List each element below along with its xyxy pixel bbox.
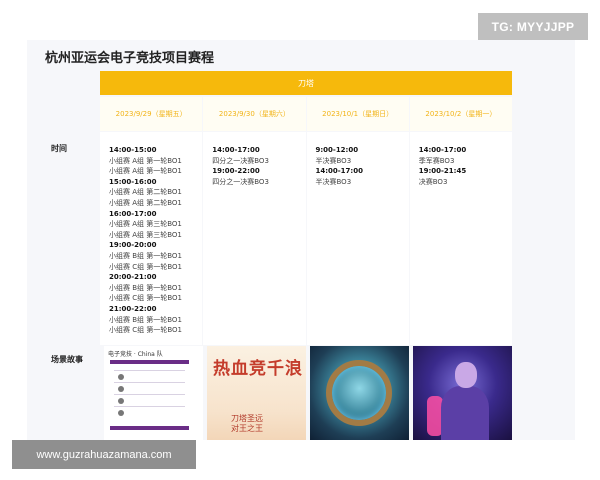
schedule-day-cell: 14:00-17:00 四分之一决赛BO3 19:00-22:00 四分之一决赛BO3 [203, 132, 306, 345]
date-cell: 2023/10/2（星期一） [409, 97, 512, 131]
schedule-row: 14:00-15:00 小组赛 A组 第一轮BO1 小组赛 A组 第一轮BO1 15:… [100, 132, 512, 345]
poster-image: 热血竞千浪 刀塔圣远 对王之王 [207, 346, 306, 440]
event-header: 刀塔 [100, 71, 512, 95]
slot-time: 15:00-16:00 [109, 177, 157, 186]
roster-caption: 电子竞技 · China 队 [108, 351, 163, 358]
aegis-shield-image [310, 346, 409, 440]
scene-row-label: 场景故事 [51, 355, 83, 364]
roster-line [114, 406, 185, 407]
match-item: 季军赛BO3 [418, 156, 455, 165]
date-cell: 2023/10/1（星期日） [306, 97, 409, 131]
page-title: 杭州亚运会电子竞技项目赛程 [45, 51, 215, 66]
match-item: 小组赛 B组 第一轮BO1 [109, 283, 182, 292]
roster-footer-bar [110, 426, 189, 430]
poster-title: 热血竞千浪 [213, 359, 303, 379]
schedule-day-cell: 9:00-12:00 半决赛BO3 14:00-17:00 半决赛BO3 [306, 132, 409, 345]
match-item: 小组赛 C组 第一轮BO1 [109, 294, 182, 303]
slot-time: 14:00-17:00 [418, 146, 467, 154]
match-item: 小组赛 B组 第一轮BO1 [109, 315, 182, 324]
date-header-row: 2023/9/29（星期五） 2023/9/30（星期六） 2023/10/1（… [100, 97, 512, 131]
roster-header-bar [110, 360, 189, 364]
slot-time: 14:00-17:00 [212, 146, 260, 154]
poster-subtitle: 刀塔圣远 对王之王 [231, 414, 263, 433]
schedule-day-cell: 14:00-17:00 季军赛BO3 19:00-21:45 决赛BO3 [409, 132, 512, 345]
player-avatar [118, 386, 124, 392]
scene-images-row: 电子竞技 · China 队 热血竞千浪 刀塔圣远 对王之王 [100, 346, 512, 440]
match-item: 小组赛 A组 第二轮BO1 [109, 198, 182, 207]
slot-time: 16:00-17:00 [109, 209, 157, 218]
match-item: 四分之一决赛BO3 [212, 156, 269, 165]
player-avatar [118, 410, 124, 416]
player-avatar [118, 398, 124, 404]
slot-time: 14:00-15:00 [109, 146, 157, 154]
slot-time: 19:00-21:45 [418, 167, 467, 176]
match-item: 小组赛 A组 第三轮BO1 [109, 220, 182, 229]
match-item: 决赛BO3 [418, 177, 448, 186]
slot-time: 21:00-22:00 [109, 304, 157, 313]
match-item: 小组赛 A组 第一轮BO1 [109, 156, 182, 165]
date-cell: 2023/9/29（星期五） [100, 97, 203, 131]
slot-time: 14:00-17:00 [315, 167, 363, 176]
hero-body [441, 386, 489, 440]
roster-line [114, 370, 185, 371]
roster-line [114, 394, 185, 395]
player-avatar [118, 374, 124, 380]
roster-line [114, 382, 185, 383]
tg-watermark-badge: TG: MYYJJPP [478, 13, 588, 40]
match-item: 小组赛 A组 第三轮BO1 [109, 230, 182, 239]
match-item: 小组赛 C组 第一轮BO1 [109, 326, 182, 335]
match-item: 半决赛BO3 [315, 156, 352, 165]
slot-time: 9:00-12:00 [315, 146, 359, 154]
hero-head [455, 362, 477, 388]
match-item: 四分之一决赛BO3 [212, 177, 269, 186]
schedule-day-cell: 14:00-15:00 小组赛 A组 第一轮BO1 小组赛 A组 第一轮BO1 15:… [100, 132, 203, 345]
match-item: 小组赛 A组 第二轮BO1 [109, 188, 182, 197]
slot-time: 20:00-21:00 [109, 273, 157, 282]
time-row-label: 时间 [51, 144, 67, 153]
date-cell: 2023/9/30（星期六） [203, 97, 306, 131]
slot-time: 19:00-22:00 [212, 167, 260, 176]
match-item: 半决赛BO3 [315, 177, 352, 186]
match-item: 小组赛 C组 第一轮BO1 [109, 262, 182, 271]
shield-ring [326, 360, 392, 426]
url-watermark-badge: www.guzrahuazamana.com [12, 440, 196, 469]
slot-time: 19:00-20:00 [109, 241, 157, 250]
roster-image: 电子竞技 · China 队 [104, 346, 203, 440]
hero-image [413, 346, 512, 440]
match-item: 小组赛 B组 第一轮BO1 [109, 251, 182, 260]
match-item: 小组赛 A组 第一轮BO1 [109, 167, 182, 176]
